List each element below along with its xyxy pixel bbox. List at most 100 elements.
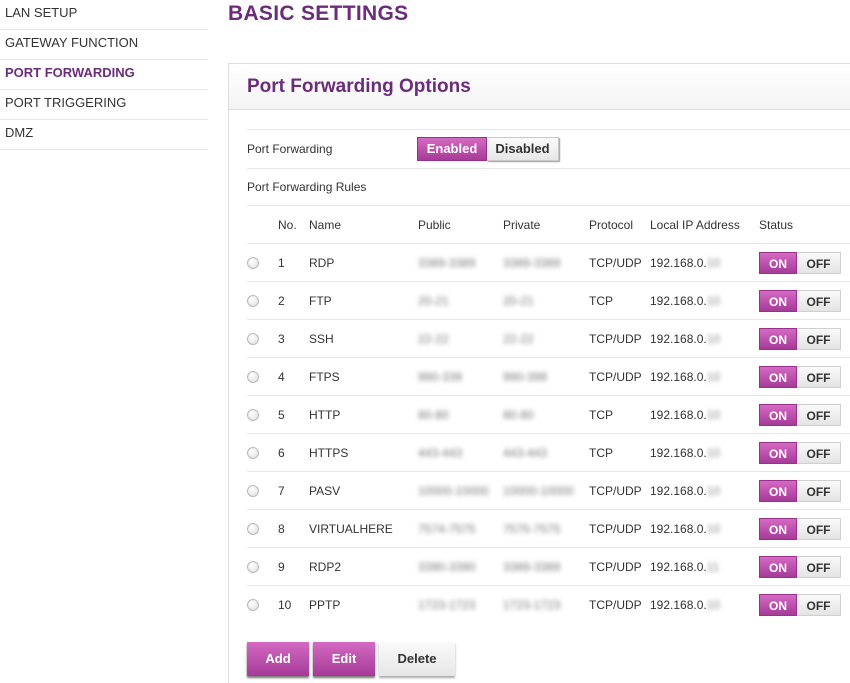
table-row: 4 FTPS 990-339 990-399 TCP/UDP 192.168.0.10 ON…	[247, 357, 850, 395]
sidebar-item-dmz[interactable]: DMZ	[0, 120, 208, 150]
row-private-port: 3389-3389	[503, 256, 561, 270]
status-on-button[interactable]: ON	[759, 252, 797, 274]
ip-last-octet: 10	[706, 294, 721, 308]
row-select-radio[interactable]	[247, 295, 259, 310]
table-row: 2 FTP 20-21 20-21 TCP 192.168.0.10 ON OFF	[247, 281, 850, 319]
row-local-ip: 192.168.0.10	[650, 598, 720, 612]
status-on-button[interactable]: ON	[759, 290, 797, 312]
status-off-button[interactable]: OFF	[797, 594, 841, 616]
ip-prefix: 192.168.0.	[650, 408, 707, 422]
table-row: 9 RDP2 3390-3390 3389-3389 TCP/UDP 192.168.0.…	[247, 547, 850, 585]
sidebar-item-port-triggering[interactable]: PORT TRIGGERING	[0, 90, 208, 120]
radio-icon	[247, 485, 259, 497]
status-on-button[interactable]: ON	[759, 404, 797, 426]
row-number: 4	[278, 370, 285, 384]
status-on-button[interactable]: ON	[759, 480, 797, 502]
row-service-name: RDP	[309, 256, 335, 270]
page-title: BASIC SETTINGS	[228, 2, 409, 25]
row-service-name: HTTP	[309, 408, 341, 422]
row-select-radio[interactable]	[247, 409, 259, 424]
header-name: Name	[309, 218, 342, 232]
row-status-toggle: ON OFF	[759, 594, 841, 616]
table-row: 8 VIRTUALHERE 7574-7575 7575-7575 TCP/UDP 192…	[247, 509, 850, 547]
header-private: Private	[503, 218, 541, 232]
row-local-ip: 192.168.0.10	[650, 522, 720, 536]
status-off-button[interactable]: OFF	[797, 366, 841, 388]
status-on-button[interactable]: ON	[759, 556, 797, 578]
ip-last-octet: 10	[706, 446, 721, 460]
row-protocol: TCP/UDP	[589, 560, 642, 574]
row-protocol: TCP/UDP	[589, 598, 642, 612]
status-off-button[interactable]: OFF	[797, 518, 841, 540]
row-local-ip: 192.168.0.10	[650, 484, 720, 498]
sidebar-item-port-forwarding[interactable]: PORT FORWARDING	[0, 60, 208, 90]
status-off-button[interactable]: OFF	[797, 556, 841, 578]
row-private-port: 7575-7575	[503, 522, 561, 536]
delete-button[interactable]: Delete	[379, 642, 455, 676]
row-local-ip: 192.168.0.10	[650, 408, 720, 422]
row-status-toggle: ON OFF	[759, 290, 841, 312]
radio-icon	[247, 257, 259, 269]
row-select-radio[interactable]	[247, 523, 259, 538]
ip-prefix: 192.168.0.	[650, 560, 707, 574]
action-buttons: Add Edit Delete	[247, 642, 455, 676]
row-protocol: TCP/UDP	[589, 332, 642, 346]
row-private-port: 10000-10000	[503, 484, 574, 498]
panel-header: Port Forwarding Options	[229, 64, 850, 110]
row-number: 10	[278, 598, 292, 612]
row-select-radio[interactable]	[247, 333, 259, 348]
row-select-radio[interactable]	[247, 257, 259, 272]
row-status-toggle: ON OFF	[759, 328, 841, 350]
status-on-button[interactable]: ON	[759, 442, 797, 464]
table-row: 5 HTTP 80-80 80-80 TCP 192.168.0.10 ON OFF	[247, 395, 850, 433]
status-off-button[interactable]: OFF	[797, 404, 841, 426]
row-service-name: HTTPS	[309, 446, 349, 460]
row-private-port: 20-21	[503, 294, 534, 308]
ip-last-octet: 10	[706, 370, 721, 384]
row-protocol: TCP/UDP	[589, 484, 642, 498]
port-forwarding-label: Port Forwarding	[247, 142, 333, 156]
status-on-button[interactable]: ON	[759, 366, 797, 388]
row-protocol: TCP/UDP	[589, 370, 642, 384]
status-off-button[interactable]: OFF	[797, 480, 841, 502]
header-protocol: Protocol	[589, 218, 634, 232]
row-select-radio[interactable]	[247, 371, 259, 386]
ip-last-octet: 10	[706, 408, 721, 422]
sidebar-item-gateway-function[interactable]: GATEWAY FUNCTION	[0, 30, 208, 60]
status-off-button[interactable]: OFF	[797, 252, 841, 274]
status-off-button[interactable]: OFF	[797, 442, 841, 464]
status-on-button[interactable]: ON	[759, 518, 797, 540]
port-forwarding-panel: Port Forwarding Options Port Forwarding …	[228, 63, 850, 683]
row-public-port: 1723-1723	[418, 598, 476, 612]
edit-button[interactable]: Edit	[313, 642, 375, 676]
enabled-button[interactable]: Enabled	[417, 137, 487, 161]
row-select-radio[interactable]	[247, 561, 259, 576]
status-on-button[interactable]: ON	[759, 594, 797, 616]
status-off-button[interactable]: OFF	[797, 290, 841, 312]
table-row: 1 RDP 3389-3389 3389-3389 TCP/UDP 192.168.0.1…	[247, 243, 850, 281]
sidebar-nav: LAN SETUP GATEWAY FUNCTION PORT FORWARDI…	[0, 0, 208, 150]
row-number: 7	[278, 484, 285, 498]
status-on-button[interactable]: ON	[759, 328, 797, 350]
row-service-name: FTPS	[309, 370, 340, 384]
table-row: 10 PPTP 1723-1723 1723-1723 TCP/UDP 192.168.0…	[247, 585, 850, 623]
radio-icon	[247, 371, 259, 383]
row-status-toggle: ON OFF	[759, 480, 841, 502]
row-select-radio[interactable]	[247, 599, 259, 614]
radio-icon	[247, 295, 259, 307]
row-select-radio[interactable]	[247, 485, 259, 500]
row-select-radio[interactable]	[247, 447, 259, 462]
rules-table: No. Name Public Private Protocol Local I…	[247, 205, 850, 623]
row-protocol: TCP	[589, 446, 613, 460]
ip-prefix: 192.168.0.	[650, 370, 707, 384]
add-button[interactable]: Add	[247, 642, 309, 676]
row-service-name: FTP	[309, 294, 332, 308]
disabled-button[interactable]: Disabled	[487, 137, 559, 161]
radio-icon	[247, 333, 259, 345]
radio-icon	[247, 561, 259, 573]
row-status-toggle: ON OFF	[759, 556, 841, 578]
header-status: Status	[759, 218, 794, 232]
sidebar-item-lan-setup[interactable]: LAN SETUP	[0, 0, 208, 30]
row-status-toggle: ON OFF	[759, 252, 841, 274]
status-off-button[interactable]: OFF	[797, 328, 841, 350]
